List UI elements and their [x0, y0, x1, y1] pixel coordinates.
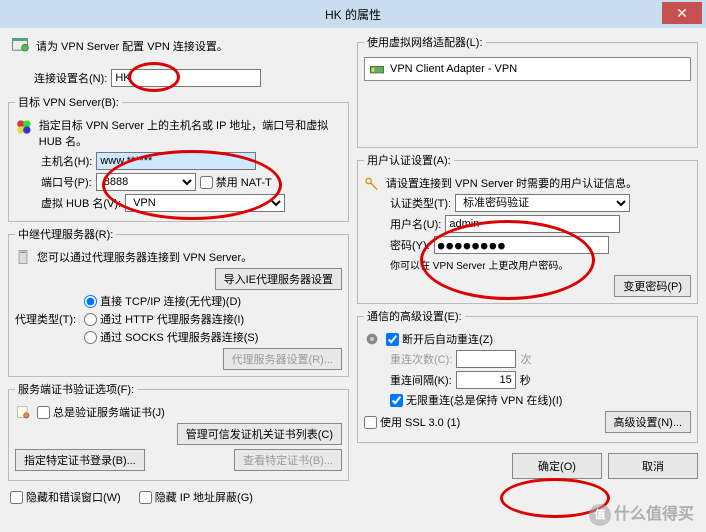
specify-cert-button[interactable]: 指定特定证书登录(B)... [15, 449, 145, 471]
auth-type-select[interactable]: 标准密码验证 [455, 194, 630, 212]
adapter-item[interactable]: VPN Client Adapter - VPN [364, 57, 691, 81]
intro-row: 请为 VPN Server 配置 VPN 连接设置。 [8, 34, 349, 62]
connection-name-row: 连接设置名(N): [34, 69, 349, 87]
dialog-window: HK 的属性 ✕ 请为 VPN Server 配置 VPN 连接设置。 连接设置… [0, 0, 706, 532]
infinite-reconnect-checkbox[interactable] [390, 394, 403, 407]
hide-window-checkbox[interactable] [10, 491, 23, 504]
host-input[interactable] [96, 152, 256, 170]
nat-label: 禁用 NAT-T [216, 174, 272, 190]
relay-proxy-group: 中继代理服务器(R): 您可以通过代理服务器连接到 VPN Server。 导入… [8, 226, 349, 377]
proxy-radio-http[interactable] [84, 313, 97, 326]
window-title: HK 的属性 [325, 6, 381, 23]
pwd-note: 你可以在 VPN Server 上更改用户密码。 [390, 257, 568, 272]
connection-name-input[interactable] [111, 69, 261, 87]
relay-legend: 中继代理服务器(R): [15, 226, 116, 242]
password-input[interactable] [434, 236, 609, 254]
port-label: 端口号(P): [41, 174, 92, 190]
titlebar: HK 的属性 ✕ [0, 0, 706, 28]
cert-group: 服务端证书验证选项(F): 总是验证服务端证书(J) 管理可信发证机关证书列表(… [8, 381, 349, 481]
proxy-radio-socks[interactable] [84, 331, 97, 344]
gear-icon [364, 331, 380, 347]
proxy-radio-direct[interactable] [84, 295, 97, 308]
auth-text: 请设置连接到 VPN Server 时需要的用户认证信息。 [386, 175, 637, 191]
bottom-options: 隐藏和错误窗口(W) 隐藏 IP 地址屏蔽(G) [8, 485, 349, 509]
hub-select[interactable]: VPN [125, 194, 285, 212]
proxy-icon [15, 249, 31, 265]
retry-count-input [456, 350, 516, 368]
advanced-group: 通信的高级设置(E): 断开后自动重连(Z) 重连次数(C): 次 重连间隔(K… [357, 308, 698, 443]
adapter-legend: 使用虚拟网络适配器(L): [364, 34, 486, 50]
interval-unit: 秒 [520, 372, 531, 388]
adapter-group: 使用虚拟网络适配器(L): VPN Client Adapter - VPN [357, 34, 698, 148]
relay-text: 您可以通过代理服务器连接到 VPN Server。 [37, 249, 252, 265]
retry-unit: 次 [520, 351, 531, 367]
view-cert-button[interactable]: 查看特定证书(B)... [234, 449, 342, 471]
auth-type-label: 认证类型(T): [390, 195, 451, 211]
keys-icon [364, 175, 380, 191]
server-icon [15, 117, 33, 137]
adapter-name: VPN Client Adapter - VPN [390, 63, 517, 75]
proxy-settings-button[interactable]: 代理服务器设置(R)... [223, 348, 342, 370]
intro-text: 请为 VPN Server 配置 VPN 连接设置。 [36, 38, 228, 54]
manage-ca-button[interactable]: 管理可信发证机关证书列表(C) [177, 423, 342, 445]
target-server-group: 目标 VPN Server(B): 指定目标 VPN Server 上的主机名或… [8, 94, 349, 222]
user-label: 用户名(U): [390, 216, 441, 232]
advanced-settings-button[interactable]: 高级设置(N)... [605, 411, 691, 433]
auth-group: 用户认证设置(A): 请设置连接到 VPN Server 时需要的用户认证信息。… [357, 152, 698, 304]
always-verify-cert-checkbox[interactable] [37, 406, 50, 419]
close-button[interactable]: ✕ [662, 2, 702, 24]
pwd-label: 密码(Y): [390, 237, 430, 253]
adv-legend: 通信的高级设置(E): [364, 308, 465, 324]
conn-name-label: 连接设置名(N): [34, 70, 107, 86]
ssl3-checkbox[interactable] [364, 416, 377, 429]
interval-label: 重连间隔(K): [390, 372, 452, 388]
cert-legend: 服务端证书验证选项(F): [15, 381, 137, 397]
left-column: 请为 VPN Server 配置 VPN 连接设置。 连接设置名(N): 目标 … [8, 34, 349, 526]
host-label: 主机名(H): [41, 153, 92, 169]
proxy-type-label: 代理类型(T): [15, 311, 76, 327]
import-ie-proxy-button[interactable]: 导入IE代理服务器设置 [215, 268, 342, 290]
interval-input[interactable] [456, 371, 516, 389]
target-server-legend: 目标 VPN Server(B): [15, 94, 122, 110]
config-icon [10, 36, 30, 56]
auth-legend: 用户认证设置(A): [364, 152, 454, 168]
cancel-button[interactable]: 取消 [608, 453, 698, 479]
auto-reconnect-checkbox[interactable] [386, 333, 399, 346]
retry-label: 重连次数(C): [390, 351, 452, 367]
hide-ip-checkbox[interactable] [139, 491, 152, 504]
port-select[interactable]: 8888 [96, 173, 196, 191]
change-password-button[interactable]: 变更密码(P) [614, 275, 691, 297]
right-column: 使用虚拟网络适配器(L): VPN Client Adapter - VPN 用… [357, 34, 698, 526]
cert-icon [15, 404, 31, 420]
username-input[interactable] [445, 215, 620, 233]
ok-button[interactable]: 确定(O) [512, 453, 602, 479]
target-server-text: 指定目标 VPN Server 上的主机名或 IP 地址，端口号和虚拟 HUB … [39, 117, 342, 149]
disable-nat-checkbox[interactable] [200, 176, 213, 189]
network-adapter-icon [369, 61, 385, 77]
hub-label: 虚拟 HUB 名(V): [41, 195, 121, 211]
